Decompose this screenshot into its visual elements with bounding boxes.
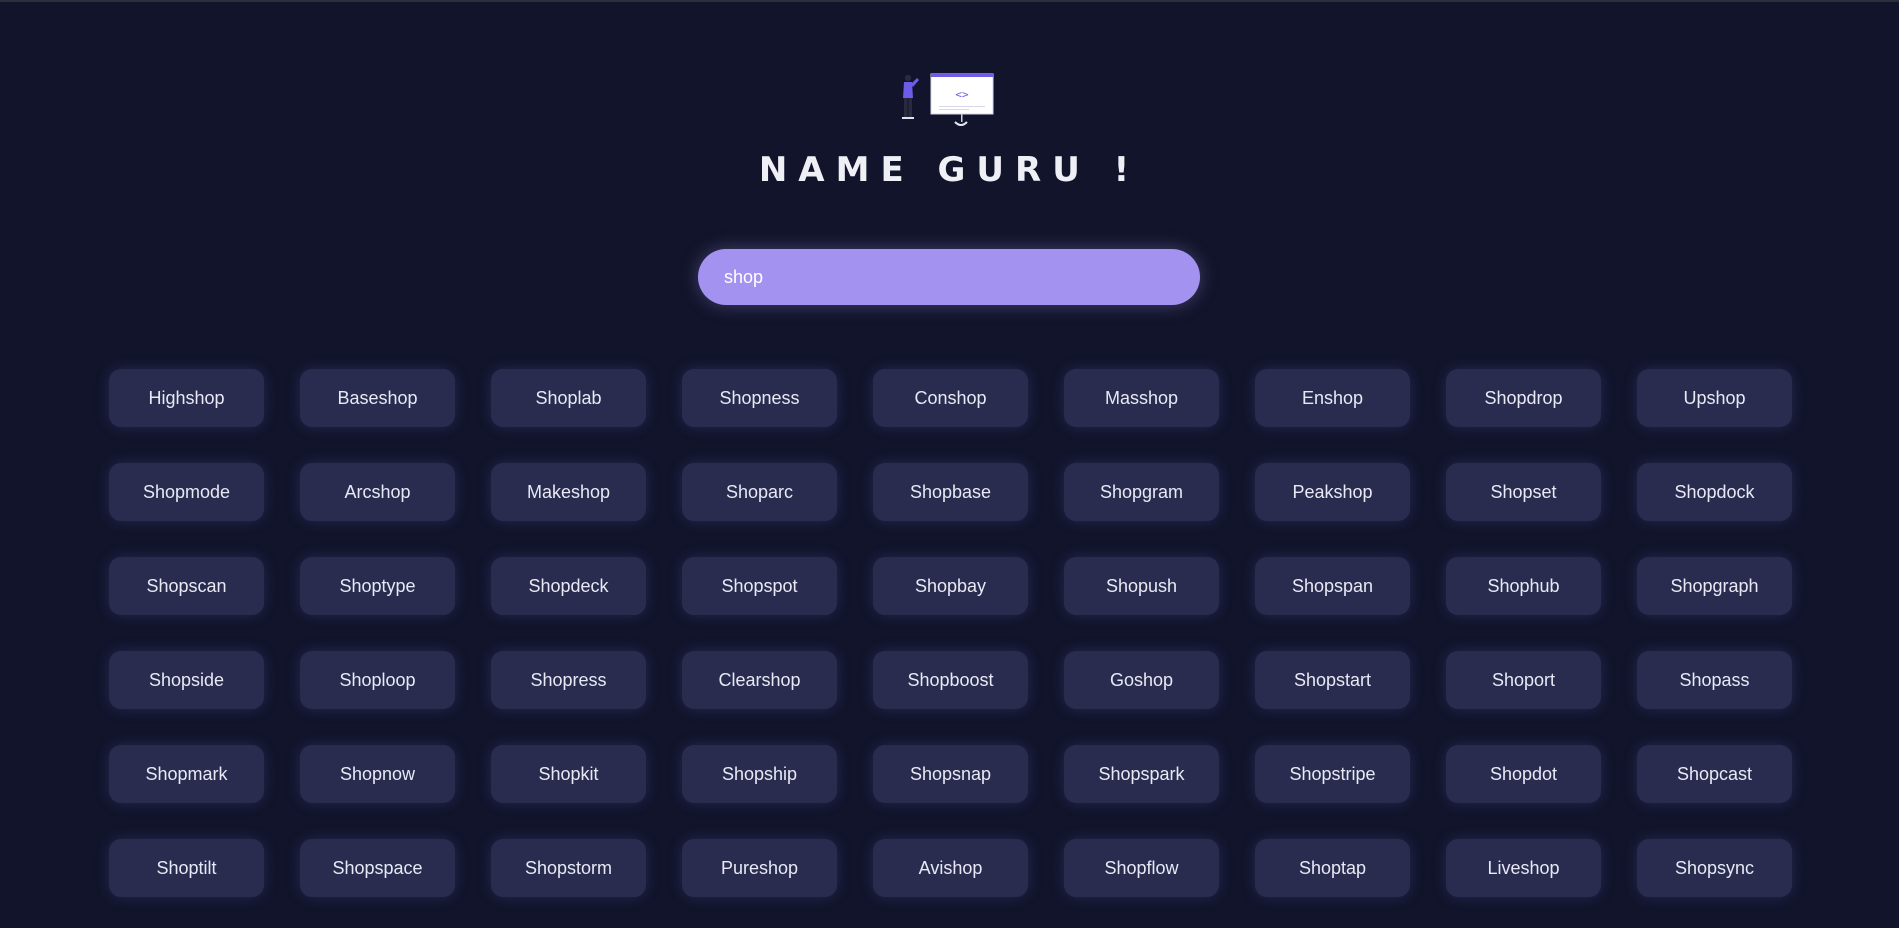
name-suggestion-button[interactable]: Clearshop — [682, 651, 837, 709]
name-suggestion-button[interactable]: Enshop — [1255, 369, 1410, 427]
name-suggestion-button[interactable]: Shoptilt — [109, 839, 264, 897]
name-suggestion-button[interactable]: Shopdrop — [1446, 369, 1601, 427]
name-suggestion-button[interactable]: Shopstripe — [1255, 745, 1410, 803]
name-suggestion-button[interactable]: Shopbase — [873, 463, 1028, 521]
name-suggestion-button[interactable]: Masshop — [1064, 369, 1219, 427]
name-suggestion-button[interactable]: Shophub — [1446, 557, 1601, 615]
name-suggestion-button[interactable]: Shopsync — [1637, 839, 1792, 897]
name-suggestion-button[interactable]: Shopcast — [1637, 745, 1792, 803]
name-suggestion-button[interactable]: Upshop — [1637, 369, 1792, 427]
name-suggestion-button[interactable]: Peakshop — [1255, 463, 1410, 521]
name-suggestion-button[interactable]: Shopmark — [109, 745, 264, 803]
name-suggestion-button[interactable]: Shopdock — [1637, 463, 1792, 521]
name-suggestion-button[interactable]: Pureshop — [682, 839, 837, 897]
name-suggestion-button[interactable]: Shopspace — [300, 839, 455, 897]
name-suggestion-button[interactable]: Shopress — [491, 651, 646, 709]
name-suggestion-button[interactable]: Shopgraph — [1637, 557, 1792, 615]
name-suggestion-button[interactable]: Conshop — [873, 369, 1028, 427]
name-suggestion-button[interactable]: Shopspot — [682, 557, 837, 615]
name-suggestion-button[interactable]: Shoploop — [300, 651, 455, 709]
name-suggestion-button[interactable]: Shopdeck — [491, 557, 646, 615]
name-suggestion-button[interactable]: Shopspark — [1064, 745, 1219, 803]
name-suggestion-button[interactable]: Shopboost — [873, 651, 1028, 709]
name-suggestion-button[interactable]: Goshop — [1064, 651, 1219, 709]
search-input[interactable] — [698, 249, 1200, 305]
name-suggestion-button[interactable]: Shopdot — [1446, 745, 1601, 803]
name-suggestion-button[interactable]: Shoplab — [491, 369, 646, 427]
name-suggestion-button[interactable]: Shopset — [1446, 463, 1601, 521]
name-suggestion-button[interactable]: Shopspan — [1255, 557, 1410, 615]
name-suggestion-button[interactable]: Shopkit — [491, 745, 646, 803]
name-suggestion-button[interactable]: Shoport — [1446, 651, 1601, 709]
name-suggestion-button[interactable]: Shopass — [1637, 651, 1792, 709]
name-suggestion-button[interactable]: Shoptap — [1255, 839, 1410, 897]
svg-text:<>: <> — [955, 88, 969, 101]
name-suggestion-button[interactable]: Shopgram — [1064, 463, 1219, 521]
name-suggestion-button[interactable]: Highshop — [109, 369, 264, 427]
developer-illustration-icon: <> — [902, 73, 994, 126]
name-suggestion-button[interactable]: Shopsnap — [873, 745, 1028, 803]
name-suggestion-button[interactable]: Arcshop — [300, 463, 455, 521]
name-suggestion-button[interactable]: Shopnow — [300, 745, 455, 803]
name-suggestion-button[interactable]: Shopflow — [1064, 839, 1219, 897]
name-suggestion-button[interactable]: Avishop — [873, 839, 1028, 897]
name-suggestion-button[interactable]: Shopness — [682, 369, 837, 427]
name-suggestion-button[interactable]: Shopbay — [873, 557, 1028, 615]
name-suggestion-button[interactable]: Shopstorm — [491, 839, 646, 897]
name-suggestion-button[interactable]: Liveshop — [1446, 839, 1601, 897]
name-suggestion-button[interactable]: Shopstart — [1255, 651, 1410, 709]
name-suggestion-button[interactable]: Shoptype — [300, 557, 455, 615]
name-suggestion-button[interactable]: Makeshop — [491, 463, 646, 521]
name-suggestion-button[interactable]: Shopscan — [109, 557, 264, 615]
name-suggestion-button[interactable]: Shoparc — [682, 463, 837, 521]
name-suggestion-button[interactable]: Shopship — [682, 745, 837, 803]
name-suggestion-button[interactable]: Baseshop — [300, 369, 455, 427]
name-results-grid: Highshop Baseshop Shoplab Shopness Conshop Ma… — [109, 369, 1792, 897]
name-suggestion-button[interactable]: Shopmode — [109, 463, 264, 521]
name-suggestion-button[interactable]: Shopush — [1064, 557, 1219, 615]
window-top-border — [0, 0, 1899, 2]
page-title: NAME GURU ! — [758, 150, 1141, 190]
name-suggestion-button[interactable]: Shopside — [109, 651, 264, 709]
